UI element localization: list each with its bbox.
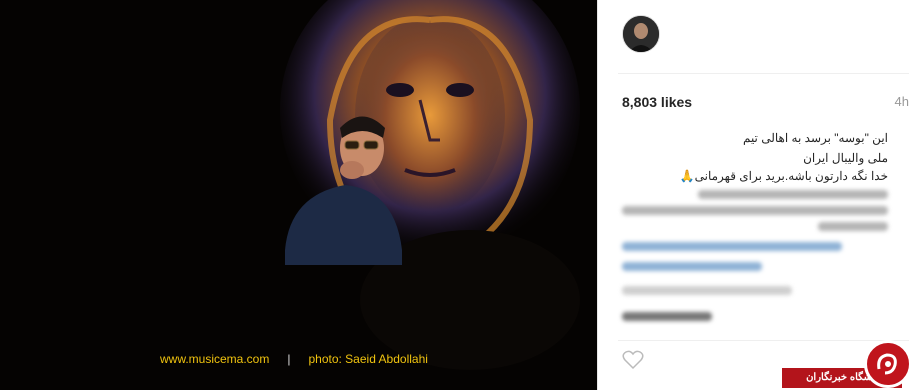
badge-logo-icon [864,340,912,388]
blurred-link[interactable] [622,242,842,251]
blurred-hashtags[interactable] [622,262,762,271]
post-photo[interactable]: www.musicema.com | photo: Saeid Abdollahi [0,0,597,390]
photo-artwork [0,0,597,390]
post-side-panel: 8,803 likes 4h این "بوسه" برسد به اهالی … [597,0,919,390]
avatar-image [623,16,659,52]
blurred-comment [622,312,712,321]
credit-site: www.musicema.com [160,352,270,366]
caption-line: خدا نگه دارتون باشه.برید برای قهرمانی🙏 [679,169,888,183]
blurred-caption-text [818,222,888,231]
caption-line: ملی والیبال ایران [803,151,888,165]
heart-icon[interactable] [622,350,644,370]
likes-count[interactable]: 8,803 likes [622,94,692,110]
photo-credit: www.musicema.com | photo: Saeid Abdollahi [160,352,428,368]
blurred-view-comments[interactable] [622,286,792,295]
blurred-caption-text [622,206,888,215]
credit-separator: | [287,352,291,366]
header-divider [618,73,909,74]
post-time[interactable]: 4h [895,94,909,109]
caption-line: این "بوسه" برسد به اهالی تیم [742,131,888,145]
avatar[interactable] [622,15,660,53]
credit-photographer: photo: Saeid Abdollahi [308,352,428,366]
blurred-caption-text [698,190,888,199]
watermark-badge: باشگاه خبرنگاران [782,336,919,390]
